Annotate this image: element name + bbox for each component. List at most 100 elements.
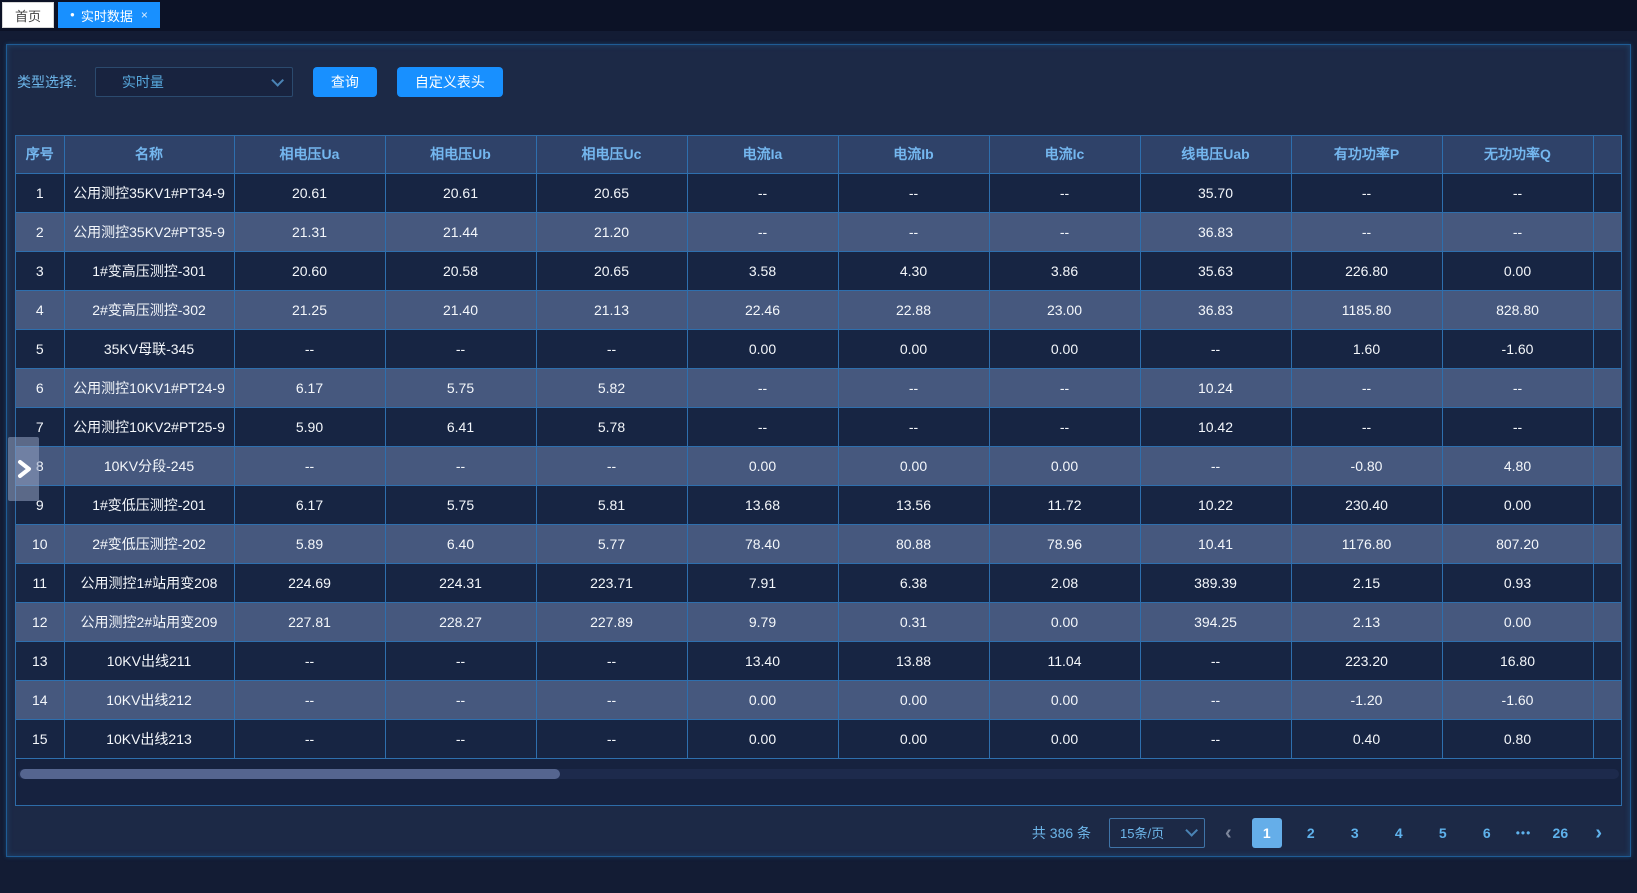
table-cell-clipped <box>1593 212 1621 251</box>
table-cell-clipped <box>1593 407 1621 446</box>
table-cell: -- <box>536 680 687 719</box>
page-button-26[interactable]: 26 <box>1545 818 1575 848</box>
table-cell: -- <box>1140 329 1291 368</box>
tab-realtime-data-label: 实时数据 <box>81 6 133 25</box>
table-cell-clipped <box>1593 641 1621 680</box>
table-cell: 20.65 <box>536 251 687 290</box>
tab-realtime-data[interactable]: ● 实时数据 × <box>58 2 160 28</box>
column-header: 相电压Ub <box>385 136 536 173</box>
table-cell: 3 <box>16 251 64 290</box>
table-cell: 807.20 <box>1442 524 1593 563</box>
column-header: 相电压Ua <box>234 136 385 173</box>
table-row[interactable]: 11公用测控1#站用变208224.69224.31223.717.916.38… <box>16 563 1621 602</box>
table-cell: -- <box>1442 212 1593 251</box>
active-tab-dot-icon: ● <box>70 11 75 19</box>
table-cell: 公用测控10KV1#PT24-9 <box>64 368 234 407</box>
column-header: 电流Ic <box>989 136 1140 173</box>
table-row[interactable]: 1公用测控35KV1#PT34-920.6120.6120.65------35… <box>16 173 1621 212</box>
table-cell: 35KV母联-345 <box>64 329 234 368</box>
table-cell: 0.00 <box>1442 485 1593 524</box>
column-header: 名称 <box>64 136 234 173</box>
table-cell: -0.80 <box>1291 446 1442 485</box>
table-cell-clipped <box>1593 173 1621 212</box>
table-row[interactable]: 1410KV出线212------0.000.000.00---1.20-1.6… <box>16 680 1621 719</box>
table-cell: 1#变低压测控-201 <box>64 485 234 524</box>
table-cell: 828.80 <box>1442 290 1593 329</box>
table-header-row: 序号名称相电压Ua相电压Ub相电压Uc电流Ia电流Ib电流Ic线电压Uab有功功… <box>16 136 1621 173</box>
table-cell: 10.42 <box>1140 407 1291 446</box>
page-size-value: 15条/页 <box>1120 823 1164 842</box>
table-row[interactable]: 535KV母联-345------0.000.000.00--1.60-1.60 <box>16 329 1621 368</box>
table-cell: 35.70 <box>1140 173 1291 212</box>
table-cell: 5.81 <box>536 485 687 524</box>
table-cell: 227.89 <box>536 602 687 641</box>
page-button-6[interactable]: 6 <box>1472 818 1502 848</box>
table-cell: -- <box>989 368 1140 407</box>
page-size-select[interactable]: 15条/页 <box>1109 818 1205 848</box>
tab-home[interactable]: 首页 <box>2 2 54 28</box>
table-cell: -- <box>838 407 989 446</box>
table-row[interactable]: 12公用测控2#站用变209227.81228.27227.899.790.31… <box>16 602 1621 641</box>
table-cell: 2.08 <box>989 563 1140 602</box>
table-cell: 13.68 <box>687 485 838 524</box>
scrollbar-thumb[interactable] <box>20 769 560 779</box>
table-row[interactable]: 6公用测控10KV1#PT24-96.175.755.82------10.24… <box>16 368 1621 407</box>
table-cell: -1.60 <box>1442 680 1593 719</box>
prev-page-button[interactable]: ‹ <box>1219 819 1238 847</box>
table-cell: 0.00 <box>687 719 838 758</box>
horizontal-scrollbar[interactable] <box>18 769 1619 779</box>
table-cell: 0.00 <box>838 680 989 719</box>
table-cell: 228.27 <box>385 602 536 641</box>
close-tab-icon[interactable]: × <box>141 8 148 22</box>
pages-ellipsis[interactable]: ••• <box>1516 826 1532 840</box>
table-cell: 394.25 <box>1140 602 1291 641</box>
next-page-button[interactable]: › <box>1589 819 1608 847</box>
page-button-3[interactable]: 3 <box>1340 818 1370 848</box>
table-row[interactable]: 1510KV出线213------0.000.000.00--0.400.80 <box>16 719 1621 758</box>
table-cell: -- <box>687 173 838 212</box>
table-row[interactable]: 91#变低压测控-2016.175.755.8113.6813.5611.721… <box>16 485 1621 524</box>
table-cell: 5.82 <box>536 368 687 407</box>
table-cell: 0.00 <box>989 602 1140 641</box>
table-cell: 10KV分段-245 <box>64 446 234 485</box>
custom-header-button[interactable]: 自定义表头 <box>397 67 503 97</box>
table-cell: 78.96 <box>989 524 1140 563</box>
table-cell: 13.88 <box>838 641 989 680</box>
table-cell: 13.56 <box>838 485 989 524</box>
table-cell: 21.31 <box>234 212 385 251</box>
table-row[interactable]: 7公用测控10KV2#PT25-95.906.415.78------10.42… <box>16 407 1621 446</box>
type-select[interactable]: 实时量 <box>95 67 293 97</box>
table-cell: 公用测控2#站用变209 <box>64 602 234 641</box>
table-row[interactable]: 42#变高压测控-30221.2521.4021.1322.4622.8823.… <box>16 290 1621 329</box>
table-cell: 226.80 <box>1291 251 1442 290</box>
table-cell: 5.90 <box>234 407 385 446</box>
table-cell: 7.91 <box>687 563 838 602</box>
query-button[interactable]: 查询 <box>313 67 377 97</box>
table-cell: 6.17 <box>234 485 385 524</box>
table-cell: 5.77 <box>536 524 687 563</box>
page-button-4[interactable]: 4 <box>1384 818 1414 848</box>
table-cell: 公用测控35KV2#PT35-9 <box>64 212 234 251</box>
table-row[interactable]: 810KV分段-245------0.000.000.00---0.804.80 <box>16 446 1621 485</box>
page-button-5[interactable]: 5 <box>1428 818 1458 848</box>
table-cell: 80.88 <box>838 524 989 563</box>
table-cell: 4 <box>16 290 64 329</box>
table-cell: 0.00 <box>1442 251 1593 290</box>
page-button-1[interactable]: 1 <box>1252 818 1282 848</box>
table-row[interactable]: 1310KV出线211------13.4013.8811.04--223.20… <box>16 641 1621 680</box>
table-cell: 4.80 <box>1442 446 1593 485</box>
table-cell: 公用测控35KV1#PT34-9 <box>64 173 234 212</box>
table-row[interactable]: 31#变高压测控-30120.6020.5820.653.584.303.863… <box>16 251 1621 290</box>
page-button-2[interactable]: 2 <box>1296 818 1326 848</box>
table-row[interactable]: 2公用测控35KV2#PT35-921.3121.4421.20------36… <box>16 212 1621 251</box>
table-cell: 14 <box>16 680 64 719</box>
table-cell: 12 <box>16 602 64 641</box>
sidebar-expand-toggle[interactable] <box>8 437 39 501</box>
table-cell-clipped <box>1593 524 1621 563</box>
table-row[interactable]: 102#变低压测控-2025.896.405.7778.4080.8878.96… <box>16 524 1621 563</box>
table-cell: 10KV出线213 <box>64 719 234 758</box>
table-cell: 10.24 <box>1140 368 1291 407</box>
table-cell: 22.46 <box>687 290 838 329</box>
table-cell: 10.22 <box>1140 485 1291 524</box>
table-cell: 11 <box>16 563 64 602</box>
